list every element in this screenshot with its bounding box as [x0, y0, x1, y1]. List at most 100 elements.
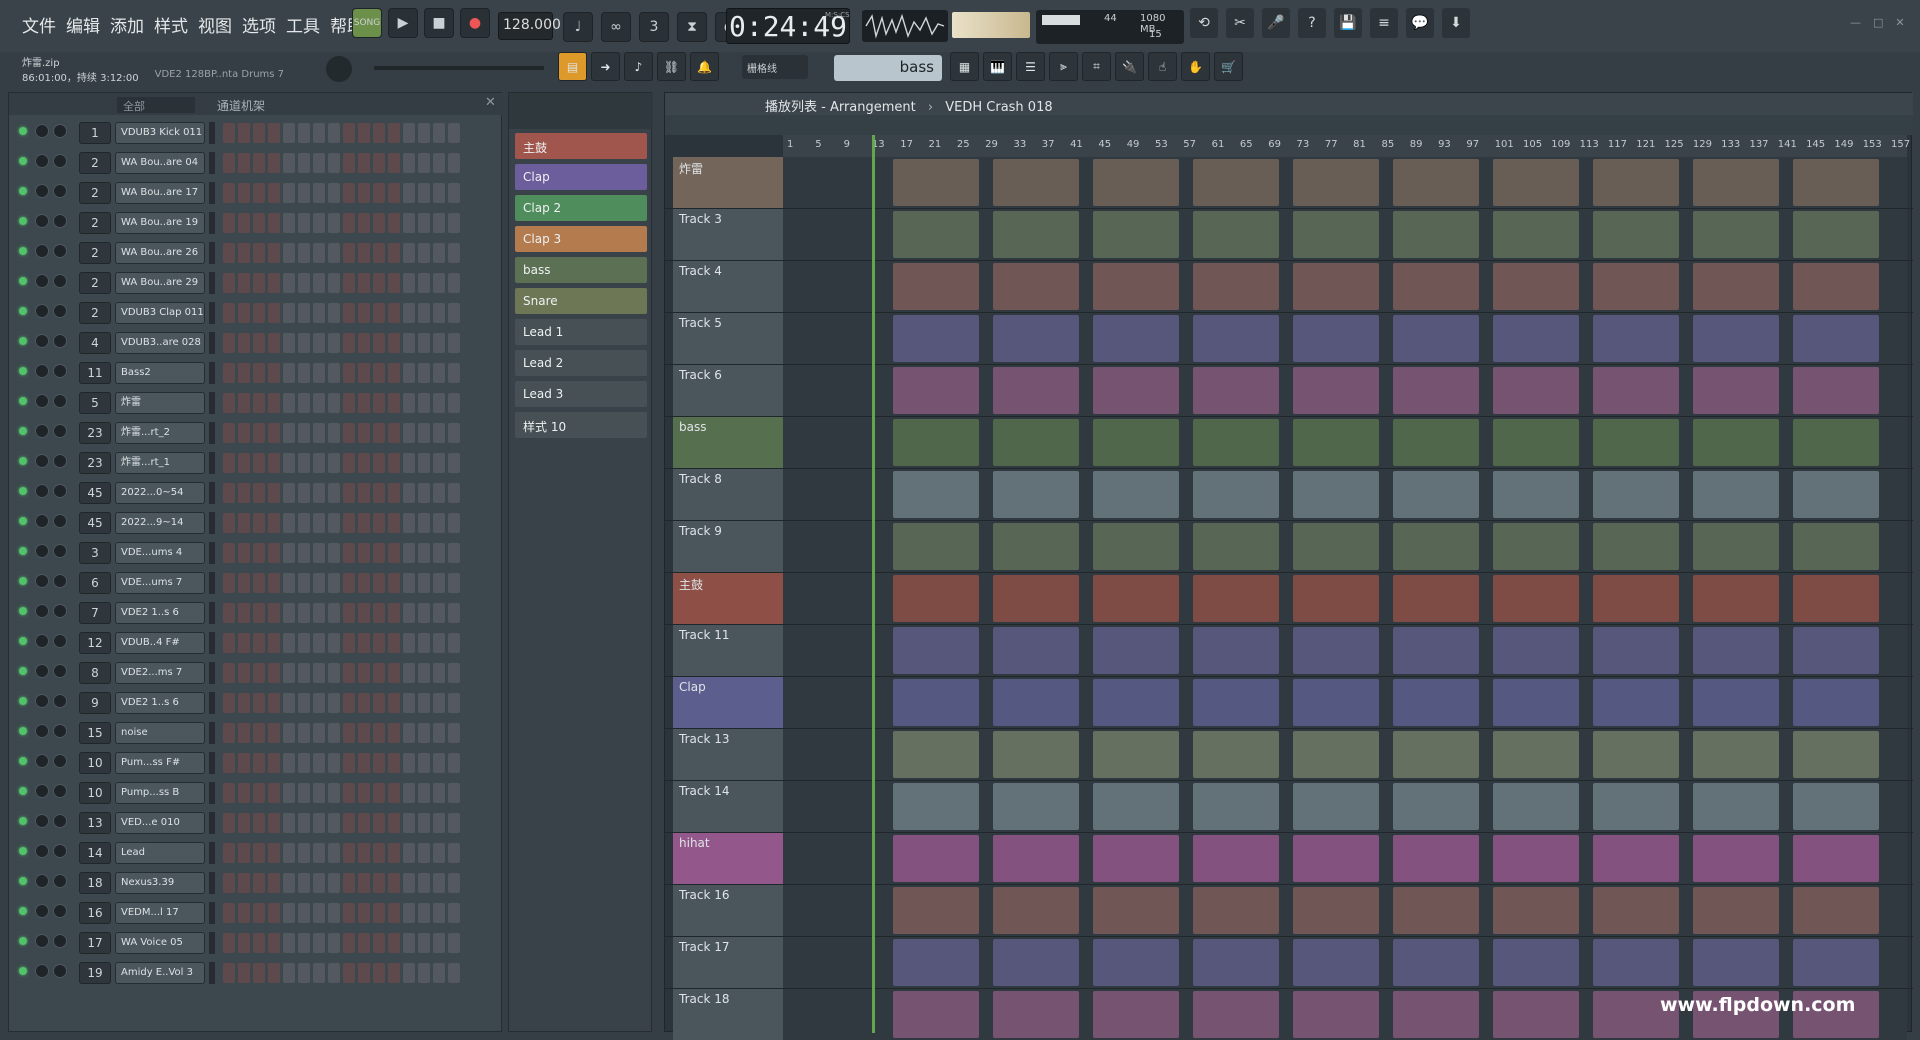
playlist-clip[interactable] [1693, 939, 1779, 986]
playlist-clip[interactable] [1393, 419, 1479, 466]
playlist-clip[interactable] [1293, 315, 1379, 362]
track-lane[interactable] [783, 677, 1907, 728]
channel-mixer-track[interactable]: 1 [79, 122, 111, 144]
playlist-clip[interactable] [1193, 419, 1279, 466]
step-button[interactable] [358, 543, 370, 563]
link-icon[interactable]: ⛓ [657, 52, 686, 81]
channel-select-meter[interactable] [209, 122, 215, 144]
playlist-clip[interactable] [893, 263, 979, 310]
playlist-clip[interactable] [993, 627, 1079, 674]
channel-name-button[interactable]: WA Bou..are 26 [115, 242, 205, 264]
playlist-clip[interactable] [993, 991, 1079, 1038]
channel-name-button[interactable]: VDUB..4 F# [115, 632, 205, 654]
metronome-icon[interactable]: ♩ [563, 12, 593, 42]
step-button[interactable] [283, 303, 295, 323]
playlist-clip[interactable] [1593, 887, 1679, 934]
track-header[interactable]: 主鼓 [673, 573, 783, 624]
playlist-clip[interactable] [993, 575, 1079, 622]
step-button[interactable] [328, 873, 340, 893]
step-button[interactable] [238, 543, 250, 563]
channel-name-button[interactable]: Pump...ss B [115, 782, 205, 804]
step-button[interactable] [238, 843, 250, 863]
step-button[interactable] [283, 183, 295, 203]
playlist-clip[interactable] [1493, 471, 1579, 518]
track-header[interactable]: Track 4 [673, 261, 783, 312]
playlist-clip[interactable] [1693, 263, 1779, 310]
step-button[interactable] [403, 573, 415, 593]
playlist-clip[interactable] [1193, 263, 1279, 310]
step-button[interactable] [253, 213, 265, 233]
playlist-clip[interactable] [1493, 419, 1579, 466]
playlist-clip[interactable] [993, 731, 1079, 778]
step-button[interactable] [313, 273, 325, 293]
channel-row[interactable]: 6 VDE...ums 7 [9, 567, 503, 597]
track-lane[interactable] [783, 885, 1907, 936]
close-icon[interactable]: ✕ [485, 95, 496, 110]
step-button[interactable] [418, 753, 430, 773]
step-button[interactable] [448, 453, 460, 473]
step-button[interactable] [313, 423, 325, 443]
step-button[interactable] [343, 213, 355, 233]
playlist-clip[interactable] [1293, 939, 1379, 986]
step-button[interactable] [433, 933, 445, 953]
channel-select-meter[interactable] [209, 962, 215, 984]
step-button[interactable] [253, 963, 265, 983]
step-button[interactable] [283, 123, 295, 143]
channel-row[interactable]: 16 VEDM...l 17 [9, 897, 503, 927]
channel-row[interactable]: 10 Pump...ss B [9, 777, 503, 807]
playlist-clip[interactable] [1393, 835, 1479, 882]
step-button[interactable] [388, 753, 400, 773]
channel-mute-led[interactable] [19, 427, 27, 435]
playlist-clip[interactable] [1693, 887, 1779, 934]
tempo-display[interactable]: 128.000 [498, 12, 561, 40]
step-button[interactable] [403, 243, 415, 263]
playlist-clip[interactable] [1093, 887, 1179, 934]
channel-row[interactable]: 15 noise [9, 717, 503, 747]
playlist-clip[interactable] [1593, 679, 1679, 726]
step-button[interactable] [283, 903, 295, 923]
playlist-clip[interactable] [1293, 419, 1379, 466]
step-button[interactable] [313, 363, 325, 383]
piano-roll-icon[interactable]: ♪ [624, 52, 653, 81]
channel-mixer-track[interactable]: 4 [79, 332, 111, 354]
playlist-clip[interactable] [1293, 575, 1379, 622]
step-button[interactable] [448, 663, 460, 683]
step-button[interactable] [253, 903, 265, 923]
channel-name-button[interactable]: WA Bou..are 19 [115, 212, 205, 234]
step-button[interactable] [388, 423, 400, 443]
step-button[interactable] [238, 483, 250, 503]
playlist-clip[interactable] [1593, 731, 1679, 778]
playlist-clip[interactable] [1193, 211, 1279, 258]
channel-select-meter[interactable] [209, 392, 215, 414]
channel-pan-knob[interactable] [53, 514, 67, 528]
step-button[interactable] [238, 933, 250, 953]
playlist-clip[interactable] [1793, 627, 1879, 674]
step-button[interactable] [268, 303, 280, 323]
step-button[interactable] [268, 753, 280, 773]
playlist-clip[interactable] [1093, 783, 1179, 830]
step-button[interactable] [403, 453, 415, 473]
channel-mixer-track[interactable]: 14 [79, 842, 111, 864]
step-button[interactable] [373, 303, 385, 323]
step-button[interactable] [448, 843, 460, 863]
track-header[interactable]: 炸雷 [673, 157, 783, 208]
channel-pan-knob[interactable] [53, 304, 67, 318]
step-button[interactable] [418, 813, 430, 833]
channel-rack-icon[interactable]: ▦ [950, 52, 979, 81]
channel-select-meter[interactable] [209, 812, 215, 834]
channel-mute-led[interactable] [19, 877, 27, 885]
step-button[interactable] [223, 483, 235, 503]
playlist-clip[interactable] [1093, 679, 1179, 726]
playlist-clip[interactable] [1393, 887, 1479, 934]
playlist-clip[interactable] [1693, 679, 1779, 726]
step-button[interactable] [388, 213, 400, 233]
plugin-icon[interactable]: 🔌 [1115, 52, 1144, 81]
track-header[interactable]: Track 17 [673, 937, 783, 988]
channel-select-meter[interactable] [209, 692, 215, 714]
step-button[interactable] [268, 693, 280, 713]
step-button[interactable] [403, 123, 415, 143]
step-button[interactable] [358, 453, 370, 473]
step-button[interactable] [223, 303, 235, 323]
playlist-clip[interactable] [1093, 159, 1179, 206]
channel-volume-knob[interactable] [35, 394, 49, 408]
